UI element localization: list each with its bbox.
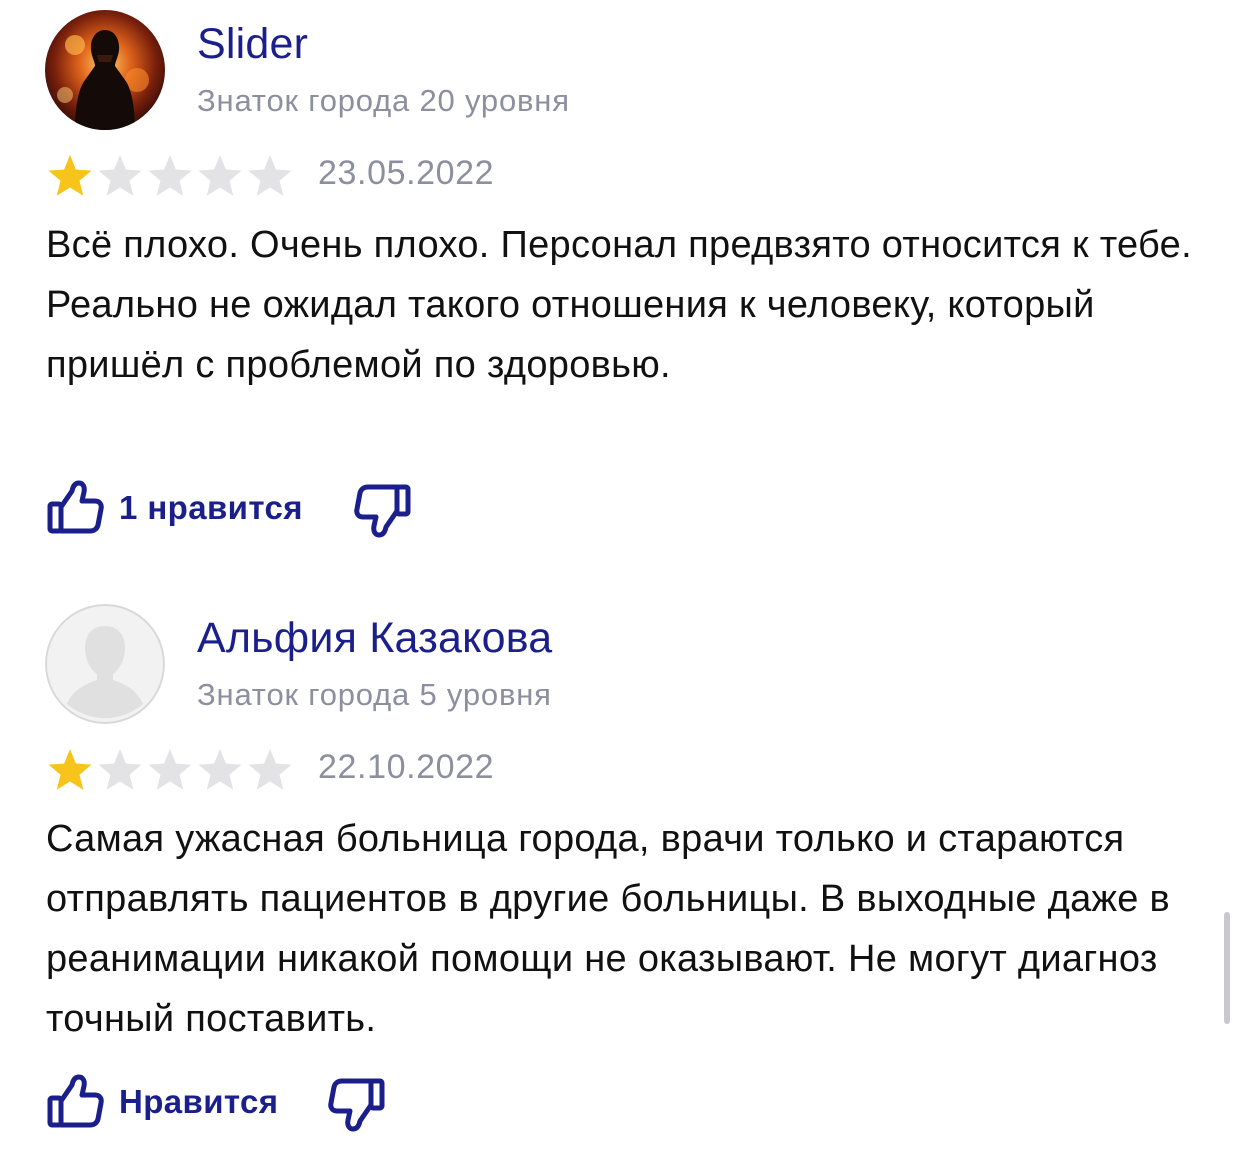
like-label: 1 нравится <box>119 489 303 526</box>
review-date: 22.10.2022 <box>318 748 495 786</box>
star-filled-icon <box>48 155 92 196</box>
like-label: Нравится <box>119 1083 279 1120</box>
like-button[interactable]: Нравится <box>45 1072 278 1132</box>
dislike-button[interactable] <box>327 1074 387 1134</box>
review-text: Всё плохо. Очень плохо. Персонал предвзя… <box>46 224 1192 386</box>
star-empty-icon <box>98 155 142 196</box>
thumbs-up-icon <box>47 480 104 534</box>
review-text: Самая ужасная больница города, врачи тол… <box>46 818 1171 1040</box>
star-empty-icon <box>248 749 292 790</box>
star-empty-icon <box>148 749 192 790</box>
author-level: Знаток города 20 уровня <box>197 83 570 118</box>
dislike-button[interactable] <box>353 480 413 540</box>
star-filled-icon <box>48 749 92 790</box>
author-name[interactable]: Альфия Казакова <box>197 614 552 663</box>
review-date: 23.05.2022 <box>318 154 495 192</box>
star-empty-icon <box>148 155 192 196</box>
avatar[interactable] <box>45 10 165 130</box>
avatar-photo-icon <box>45 10 165 130</box>
star-rating <box>45 152 295 198</box>
scrollbar[interactable] <box>1224 912 1230 1024</box>
star-empty-icon <box>98 749 142 790</box>
author-name[interactable]: Slider <box>197 20 308 69</box>
star-empty-icon <box>198 155 242 196</box>
default-avatar-icon <box>45 604 165 724</box>
thumbs-down-icon <box>328 1078 385 1132</box>
star-empty-icon <box>198 749 242 790</box>
avatar[interactable] <box>45 604 165 724</box>
star-rating <box>45 746 295 792</box>
thumbs-down-icon <box>354 484 411 538</box>
author-level: Знаток города 5 уровня <box>197 677 552 712</box>
thumbs-up-icon <box>47 1074 104 1128</box>
star-empty-icon <box>248 155 292 196</box>
like-button[interactable]: 1 нравится <box>45 478 303 538</box>
